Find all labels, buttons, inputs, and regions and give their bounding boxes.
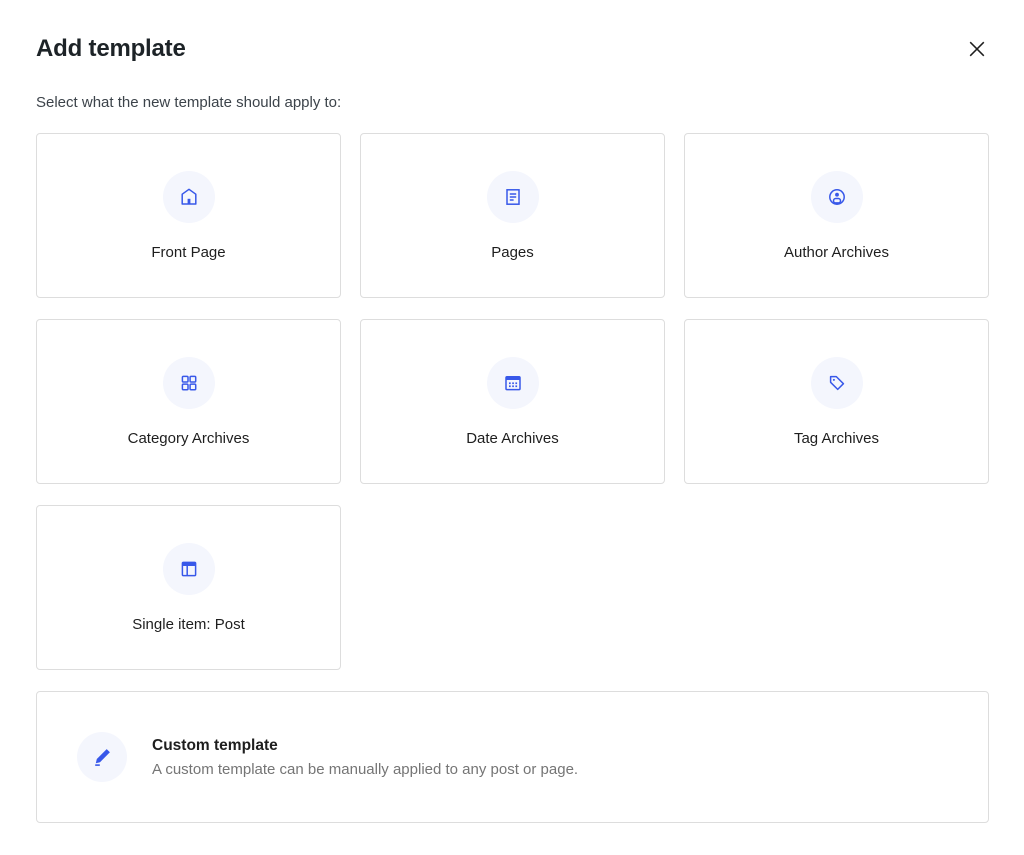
- tag-icon: [825, 371, 849, 395]
- close-button[interactable]: [965, 37, 989, 61]
- template-option-front-page[interactable]: Front Page: [36, 133, 341, 298]
- pencil-icon: [90, 745, 114, 769]
- modal-header: Add template: [36, 34, 989, 63]
- template-option-author-archives[interactable]: Author Archives: [684, 133, 989, 298]
- icon-circle: [77, 732, 127, 782]
- page-icon: [501, 185, 525, 209]
- template-option-label: Pages: [491, 244, 534, 261]
- template-option-date-archives[interactable]: Date Archives: [360, 319, 665, 484]
- template-option-pages[interactable]: Pages: [360, 133, 665, 298]
- category-icon: [177, 371, 201, 395]
- icon-circle: [487, 357, 539, 409]
- icon-circle: [487, 171, 539, 223]
- template-option-label: Tag Archives: [794, 430, 879, 447]
- icon-circle: [811, 357, 863, 409]
- custom-template-option[interactable]: Custom template A custom template can be…: [36, 691, 989, 823]
- template-option-label: Category Archives: [128, 430, 250, 447]
- page-title: Add template: [36, 34, 186, 63]
- icon-circle: [163, 357, 215, 409]
- custom-template-title: Custom template: [152, 737, 578, 755]
- template-option-single-post[interactable]: Single item: Post: [36, 505, 341, 670]
- template-option-label: Date Archives: [466, 430, 559, 447]
- custom-template-description: A custom template can be manually applie…: [152, 761, 578, 778]
- add-template-modal: Add template Select what the new templat…: [0, 0, 1024, 823]
- custom-template-text: Custom template A custom template can be…: [152, 737, 578, 778]
- template-option-label: Single item: Post: [132, 616, 245, 633]
- template-option-label: Author Archives: [784, 244, 889, 261]
- home-icon: [177, 185, 201, 209]
- icon-circle: [163, 171, 215, 223]
- template-option-category-archives[interactable]: Category Archives: [36, 319, 341, 484]
- modal-subtitle: Select what the new template should appl…: [36, 93, 989, 113]
- template-grid: Front Page Pages Author A: [36, 133, 989, 823]
- calendar-icon: [501, 371, 525, 395]
- template-option-label: Front Page: [151, 244, 225, 261]
- close-icon: [965, 37, 989, 61]
- icon-circle: [163, 543, 215, 595]
- template-option-tag-archives[interactable]: Tag Archives: [684, 319, 989, 484]
- layout-icon: [177, 557, 201, 581]
- icon-circle: [811, 171, 863, 223]
- author-icon: [825, 185, 849, 209]
